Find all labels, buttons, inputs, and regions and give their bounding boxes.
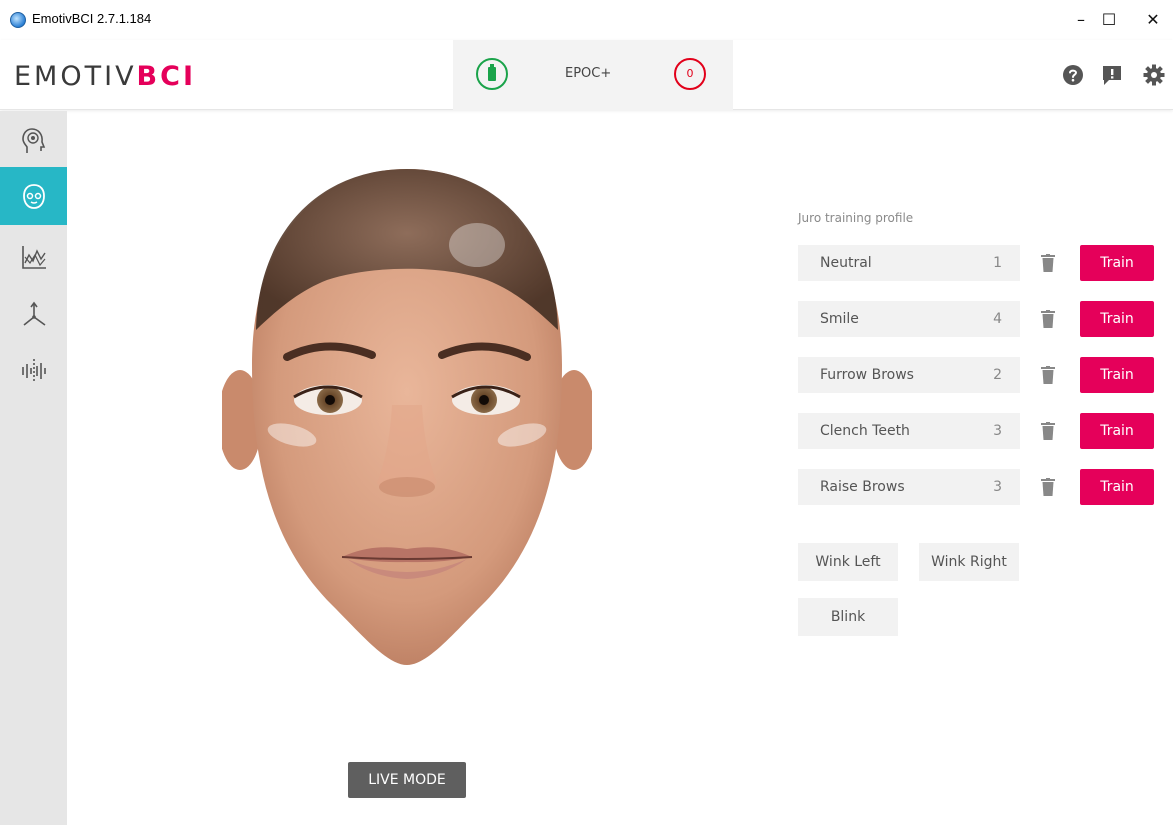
train-button-neutral[interactable]: Train <box>1080 245 1154 281</box>
help-icon[interactable] <box>1062 64 1084 86</box>
action-name: Smile <box>820 311 859 327</box>
trash-icon[interactable] <box>1041 422 1055 440</box>
trash-icon[interactable] <box>1041 478 1055 496</box>
window-title: EmotivBCI 2.7.1.184 <box>32 11 152 26</box>
wink-right-button[interactable]: Wink Right <box>919 543 1019 581</box>
performance-chart-icon <box>22 246 46 269</box>
training-count: 3 <box>993 479 1002 495</box>
battery-icon <box>476 58 508 90</box>
app-header: EMOTIVBCI EPOC+ 0 <box>0 40 1173 110</box>
training-profile-label: Juro training profile <box>798 211 914 225</box>
training-row-neutral: Neutral 1 <box>798 245 1020 281</box>
training-row-smile: Smile 4 <box>798 301 1020 337</box>
waveform-icon <box>22 359 46 383</box>
close-button[interactable]: ✕ <box>1138 6 1168 34</box>
device-name: EPOC+ <box>565 66 612 81</box>
face-avatar <box>218 165 596 670</box>
training-count: 4 <box>993 311 1002 327</box>
action-name: Raise Brows <box>820 479 905 495</box>
training-count: 3 <box>993 423 1002 439</box>
action-name: Clench Teeth <box>820 423 910 439</box>
training-count: 2 <box>993 367 1002 383</box>
sidebar-item-facial-expressions[interactable] <box>0 167 67 225</box>
feedback-icon[interactable] <box>1101 64 1123 86</box>
train-button-raise-brows[interactable]: Train <box>1080 469 1154 505</box>
face-head-icon <box>23 184 45 209</box>
train-button-furrow-brows[interactable]: Train <box>1080 357 1154 393</box>
train-button-smile[interactable]: Train <box>1080 301 1154 337</box>
maximize-button[interactable]: ☐ <box>1094 6 1124 34</box>
training-row-raise-brows: Raise Brows 3 <box>798 469 1020 505</box>
sidebar-item-performance-metrics[interactable] <box>0 227 67 285</box>
sidebar <box>0 111 67 825</box>
action-name: Neutral <box>820 255 872 271</box>
training-row-clench-teeth: Clench Teeth 3 <box>798 413 1020 449</box>
training-row-furrow-brows: Furrow Brows 2 <box>798 357 1020 393</box>
emotiv-logo: EMOTIVBCI <box>14 61 196 92</box>
settings-gear-icon[interactable] <box>1143 64 1165 86</box>
trash-icon[interactable] <box>1041 366 1055 384</box>
brain-head-icon <box>22 128 46 153</box>
sidebar-item-brain[interactable] <box>0 111 67 169</box>
sidebar-item-motion[interactable] <box>0 285 67 343</box>
training-count: 1 <box>993 255 1002 271</box>
app-icon <box>10 12 26 28</box>
minimize-button[interactable]: – <box>1066 6 1096 34</box>
sidebar-item-raw-eeg[interactable] <box>0 341 67 399</box>
motion-axis-icon <box>23 301 46 326</box>
live-mode-button[interactable]: LIVE MODE <box>348 762 466 798</box>
wink-left-button[interactable]: Wink Left <box>798 543 898 581</box>
action-name: Furrow Brows <box>820 367 914 383</box>
device-status-panel[interactable]: EPOC+ 0 <box>453 40 733 110</box>
signal-quality-indicator: 0 <box>674 58 706 90</box>
blink-button[interactable]: Blink <box>798 598 898 636</box>
train-button-clench-teeth[interactable]: Train <box>1080 413 1154 449</box>
trash-icon[interactable] <box>1041 310 1055 328</box>
window-titlebar: EmotivBCI 2.7.1.184 – ☐ ✕ <box>0 0 1173 40</box>
trash-icon[interactable] <box>1041 254 1055 272</box>
